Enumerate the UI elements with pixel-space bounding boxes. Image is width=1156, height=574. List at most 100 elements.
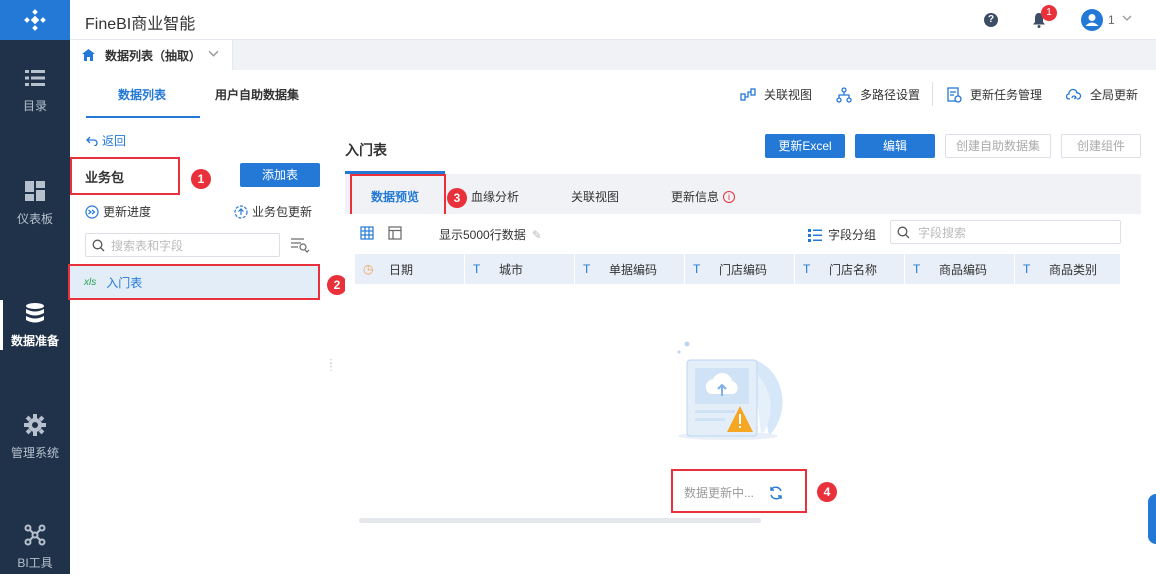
rail-item-dashboard[interactable]: 仪表板 (0, 168, 70, 238)
tab-relation-view[interactable]: 关联视图 (571, 188, 619, 205)
text-type-icon: T (583, 262, 591, 276)
rail-label: 数据准备 (10, 333, 59, 348)
column-name: 门店编码 (719, 262, 768, 277)
rail-label: BI工具 (17, 555, 53, 570)
rail-item-admin[interactable]: 管理系统 (0, 402, 70, 472)
edit-button[interactable]: 编辑 (855, 134, 935, 158)
chevron-down-icon[interactable] (208, 48, 219, 62)
sub-nav: 数据列表 用户自助数据集 关联视图 多路径设置 更新任务管理 全局更新 (70, 70, 1156, 118)
create-component-button[interactable]: 创建组件 (1061, 134, 1141, 158)
upload-icon (234, 204, 248, 219)
update-package-label: 业务包更新 (252, 205, 313, 219)
column-header-store-name[interactable]: T 门店名称 (795, 254, 905, 284)
update-excel-button[interactable]: 更新Excel (765, 134, 845, 158)
update-package-link[interactable]: 业务包更新 (234, 203, 312, 220)
tab-strip: 数据列表（抽取） (70, 40, 1156, 70)
relation-view-button[interactable]: 关联视图 (740, 86, 812, 103)
multi-path-icon (836, 86, 852, 103)
grid-view-icon[interactable] (360, 226, 374, 240)
back-label: 返回 (102, 134, 127, 148)
column-header-city[interactable]: T 城市 (465, 254, 575, 284)
update-task-label: 更新任务管理 (970, 88, 1043, 102)
dashboard-icon (25, 180, 45, 201)
update-progress-label: 更新进度 (103, 205, 152, 219)
multi-path-label: 多路径设置 (860, 88, 921, 102)
multi-path-button[interactable]: 多路径设置 (836, 86, 920, 103)
column-name: 门店名称 (829, 262, 878, 277)
rail-item-data-prep[interactable]: 数据准备 (0, 290, 70, 360)
clock-icon: ◷ (363, 262, 374, 276)
search-icon (897, 226, 910, 238)
tab-data-list[interactable]: 数据列表（抽取） (70, 40, 233, 70)
column-header-product-category[interactable]: T 商品类别 (1015, 254, 1121, 284)
empty-state-illustration (677, 341, 783, 440)
annotation-box-3 (350, 174, 446, 216)
create-self-dataset-button[interactable]: 创建自助数据集 (945, 134, 1051, 158)
field-group-label: 字段分组 (828, 228, 877, 242)
tab-update-info[interactable]: 更新信息 i (671, 188, 736, 205)
main-panel: 数据列表 用户自助数据集 关联视图 多路径设置 更新任务管理 全局更新 返回 业… (68, 70, 1156, 574)
tools-icon (24, 524, 46, 545)
annotation-number-3: 3 (447, 188, 467, 208)
app-logo[interactable] (0, 0, 70, 40)
data-preview-panel: 显示5000行数据 ✎ 字段分组 字段搜索 ◷ 日期 T 城市 T 单据编码 T… (345, 214, 1141, 574)
database-icon (26, 302, 44, 322)
rail-item-bi-tools[interactable]: BI工具 (0, 512, 70, 574)
table-search-input[interactable]: 搜索表和字段 (85, 233, 280, 257)
global-update-button[interactable]: 全局更新 (1066, 86, 1138, 103)
text-type-icon: T (473, 262, 481, 276)
rail-label: 管理系统 (10, 445, 59, 460)
preview-toolbar: 显示5000行数据 ✎ 字段分组 字段搜索 (345, 214, 1141, 250)
field-search-input[interactable]: 字段搜索 (890, 220, 1121, 244)
detail-view-icon[interactable] (388, 226, 402, 240)
annotation-number-2: 2 (327, 275, 347, 295)
tab-lineage[interactable]: 血缘分析 (471, 188, 519, 205)
help-icon[interactable]: ? (984, 13, 998, 27)
user-name[interactable]: 1 (1108, 13, 1115, 27)
annotation-box-4 (671, 469, 807, 513)
back-link[interactable]: 返回 (86, 132, 126, 149)
add-table-button[interactable]: 添加表 (240, 163, 320, 187)
horizontal-scrollbar[interactable] (359, 518, 761, 523)
top-bar: FineBI商业智能 ? 1 1 (70, 0, 1156, 40)
cloud-refresh-icon (1066, 88, 1082, 100)
floating-helper-button[interactable] (1148, 494, 1156, 544)
toolbar-divider (932, 82, 933, 106)
global-update-label: 全局更新 (1090, 88, 1139, 102)
package-panel: 返回 业务包 1 添加表 更新进度 业务包更新 搜索表和字段 xls 入门表 2… (68, 118, 347, 574)
column-header-store-code[interactable]: T 门店编码 (685, 254, 795, 284)
row-limit-label: 显示5000行数据 (439, 228, 526, 242)
edit-pencil-icon[interactable]: ✎ (532, 228, 542, 242)
annotation-number-1: 1 (191, 169, 211, 189)
avatar[interactable] (1081, 9, 1103, 31)
column-header-date[interactable]: ◷ 日期 (355, 254, 465, 284)
left-rail: 目录 仪表板 数据准备 管理系统 BI工具 (0, 0, 70, 574)
column-name: 单据编码 (609, 262, 658, 277)
logo-icon (24, 9, 46, 31)
info-icon: i (723, 191, 736, 203)
column-name: 城市 (499, 262, 524, 277)
chevron-down-icon[interactable] (1122, 13, 1132, 26)
text-type-icon: T (1023, 262, 1031, 276)
column-header-doc-code[interactable]: T 单据编码 (575, 254, 685, 284)
field-group-button[interactable]: 字段分组 (808, 226, 876, 243)
column-name: 商品类别 (1049, 262, 1098, 277)
text-type-icon: T (913, 262, 921, 276)
back-arrow-icon (86, 136, 98, 146)
field-group-icon (808, 228, 822, 242)
table-header: ◷ 日期 T 城市 T 单据编码 T 门店编码 T 门店名称 T 商品编码 T … (355, 254, 1121, 284)
notification-badge: 1 (1041, 5, 1057, 21)
update-task-button[interactable]: 更新任务管理 (946, 86, 1042, 103)
rail-label: 目录 (22, 98, 47, 113)
tab-self-service-dataset[interactable]: 用户自助数据集 (215, 86, 299, 103)
annotation-box-1 (70, 157, 180, 195)
column-header-product-code[interactable]: T 商品编码 (905, 254, 1015, 284)
filter-sort-icon[interactable] (290, 237, 310, 253)
page-title: 入门表 (345, 142, 387, 158)
rail-item-catalog[interactable]: 目录 (0, 55, 70, 125)
update-progress-link[interactable]: 更新进度 (85, 203, 151, 220)
resize-handle[interactable]: ⋮ ⋮ (326, 359, 336, 373)
text-type-icon: T (693, 262, 701, 276)
table-content: 入门表 更新Excel 编辑 创建自助数据集 创建组件 数据预览 血缘分析 关联… (345, 118, 1156, 574)
tab-data-list[interactable]: 数据列表 (118, 86, 166, 103)
